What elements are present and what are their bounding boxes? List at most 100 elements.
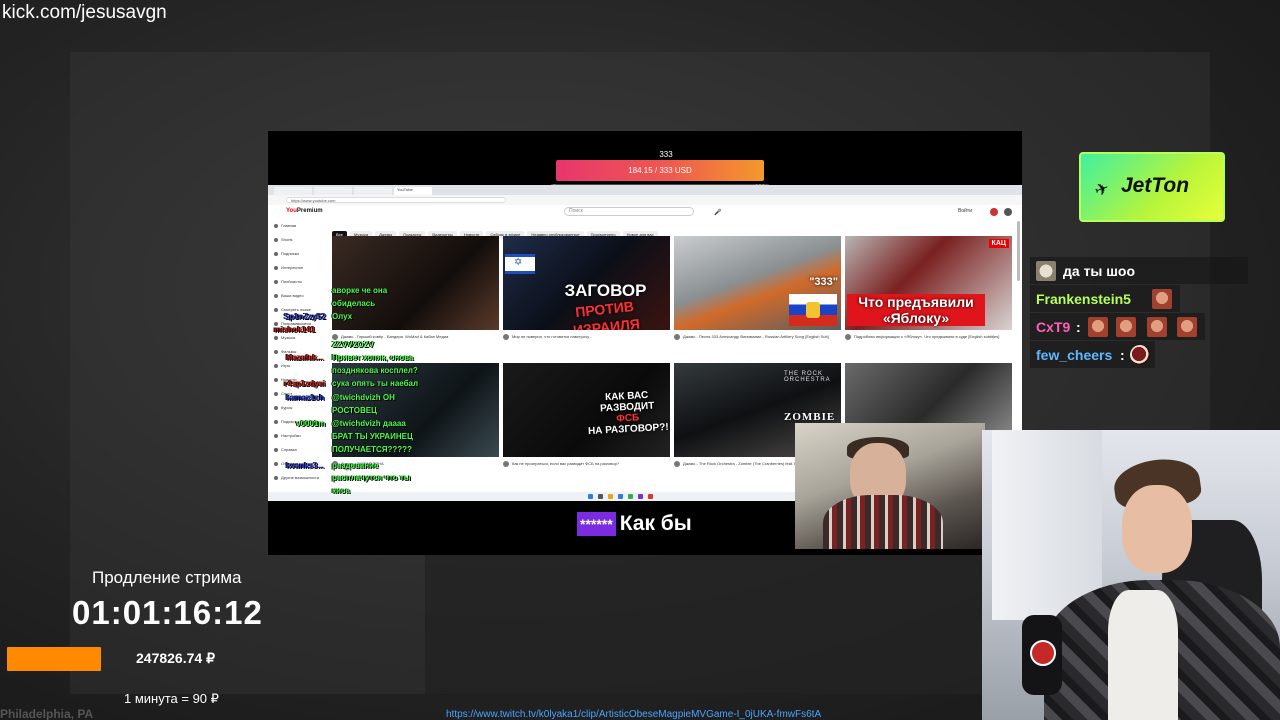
- donation-goal-bar: 184.15 / 333 USD: [556, 160, 764, 181]
- microphone-icon[interactable]: 🎤: [714, 209, 721, 216]
- sidebar-item-icon: [274, 405, 278, 410]
- overlay-chat-line: аворке че она: [332, 286, 388, 295]
- sidebar-item[interactable]: Музыка: [274, 335, 295, 340]
- background-location-text: Philadelphia, PA: [0, 707, 94, 720]
- browser-tab[interactable]: [314, 187, 352, 195]
- overlay-chat-line: Sp1nZzy52: [284, 312, 326, 321]
- thumbnail-title: ЗАГОВОР ПРОТИВ ИЗРАИЛЯ: [541, 282, 670, 331]
- chat-message: CxT9 :: [1030, 313, 1205, 340]
- sidebar-item-icon: [274, 461, 278, 466]
- chat-text: :: [1120, 347, 1125, 363]
- face-emote-icon: [1116, 317, 1136, 337]
- browser-tab[interactable]: [354, 187, 392, 195]
- channel-avatar: [674, 334, 680, 340]
- signin-button[interactable]: Войти: [958, 208, 972, 214]
- subtitle-text: Как бы: [619, 512, 692, 535]
- browser-tab[interactable]: [274, 187, 312, 195]
- sidebar-item-label: Подписки: [281, 251, 299, 256]
- sidebar-item[interactable]: Главная: [274, 223, 296, 228]
- sponsor-banner[interactable]: ✈ JetTon: [1079, 152, 1225, 222]
- taskbar-icon[interactable]: [638, 494, 643, 499]
- chat-username[interactable]: CxT9: [1036, 319, 1070, 335]
- video-thumbnail[interactable]: ЗАГОВОРПРОТИВ ИЗРАИЛЯ: [503, 236, 670, 330]
- face-emote-icon: [1152, 289, 1172, 309]
- video-meta[interactable]: Джамс - Песня 333 Александр Винимании - …: [674, 332, 841, 356]
- overlay-chat-line: kvanks3...: [286, 461, 325, 470]
- overlay-chat-line: БРАТ ТЫ УКРАИНЕЦ: [332, 432, 413, 441]
- video-thumbnail[interactable]: КАК ВАС РАЗВОДИТ ФСБ НА РАЗГОВОР?!: [503, 363, 670, 457]
- sidebar-item[interactable]: Другие возможности: [274, 475, 319, 480]
- overlay-chat-line: v0001m: [296, 419, 326, 428]
- sidebar-item-label: Курсы: [281, 405, 293, 410]
- sidebar-item[interactable]: Подписки: [274, 251, 299, 256]
- sidebar-item[interactable]: Игры: [274, 363, 290, 368]
- video-title: Подробная информация о «Яблоку». Что пре…: [854, 334, 1000, 339]
- chat-message: Frankenstein5 :: [1030, 285, 1180, 312]
- thumbnail-title: ZOMBIE: [784, 411, 836, 423]
- taskbar-icon[interactable]: [648, 494, 653, 499]
- sidebar-item-icon: [274, 475, 278, 480]
- sidebar-item-label: Музыка: [281, 335, 296, 340]
- face-emote-icon: [1147, 317, 1167, 337]
- sidebar-item-icon: [274, 433, 278, 438]
- chat-username[interactable]: Frankenstein5: [1036, 291, 1131, 307]
- overlay-chat-line: Олух: [332, 312, 353, 321]
- video-thumbnail[interactable]: "333": [674, 236, 841, 330]
- taskbar-icon[interactable]: [628, 494, 633, 499]
- sidebar-item-icon: [274, 363, 278, 368]
- start-icon[interactable]: [588, 494, 593, 499]
- sidebar-item-icon: [274, 307, 278, 312]
- sidebar-item[interactable]: Shorts: [274, 237, 293, 242]
- video-thumbnail[interactable]: КАЦ Что предъявили «Яблоку»: [845, 236, 1012, 330]
- avatar[interactable]: [1004, 208, 1012, 216]
- channel-badge: КАЦ: [988, 239, 1009, 248]
- sidebar-item-icon: [274, 349, 278, 354]
- sidebar-item[interactable]: Ваши видео: [274, 293, 304, 298]
- donation-goal-progress: 184.15 / 333 USD: [628, 166, 692, 175]
- scrollbar[interactable]: [1017, 221, 1020, 281]
- donation-goal-count: 333: [659, 150, 673, 159]
- sidebar-item-icon: [274, 251, 278, 256]
- youtube-logo[interactable]: YouPremium: [286, 208, 323, 214]
- extension-progress-bar: [7, 647, 101, 671]
- overlay-chat-line: ZZVVZOZV: [332, 340, 374, 349]
- cat-emote-icon: [1036, 261, 1056, 281]
- sidebar-item-icon: [274, 377, 278, 382]
- clip-link[interactable]: https://www.twitch.tv/k0lyaka1/clip/Arti…: [446, 709, 821, 720]
- round-emote-icon: [1130, 345, 1150, 365]
- chat-message: да ты шоо: [1030, 257, 1248, 284]
- face-emote-icon: [1177, 317, 1197, 337]
- search-input[interactable]: Поиск: [564, 207, 694, 216]
- sidebar-item[interactable]: Интересное: [274, 265, 303, 270]
- sidebar-item[interactable]: Плейлисты: [274, 279, 302, 284]
- sidebar-item[interactable]: Курсы: [274, 405, 292, 410]
- chat-message: few_cheers :: [1030, 341, 1155, 368]
- sidebar-item-icon: [274, 237, 278, 242]
- notification-icon[interactable]: [990, 208, 998, 216]
- video-meta[interactable]: Подробная информация о «Яблоку». Что пре…: [845, 332, 1012, 356]
- address-input[interactable]: https://www.youtube.com: [286, 197, 506, 203]
- taskbar-icon[interactable]: [598, 494, 603, 499]
- taskbar-icon[interactable]: [608, 494, 613, 499]
- streamer-face: [1122, 485, 1192, 573]
- browser-tab-active[interactable]: YouTube: [394, 187, 432, 195]
- sidebar-item[interactable]: Справка: [274, 447, 297, 452]
- video-meta[interactable]: Мир не поверил, что готовится навстрочу.…: [503, 332, 670, 356]
- sidebar-item[interactable]: Настройки: [274, 433, 301, 438]
- taskbar-icon[interactable]: [618, 494, 623, 499]
- overlay-chat-line: ПОЛУЧАЕТСЯ?????: [332, 445, 412, 454]
- sidebar-item-label: Shorts: [281, 237, 293, 242]
- guest-body: [823, 495, 943, 549]
- video-thumbnail[interactable]: [332, 236, 499, 330]
- sponsor-name: JetTon: [1121, 174, 1190, 197]
- video-title: Джамс - Песня 333 Александр Винимании - …: [683, 334, 829, 339]
- sidebar-item-icon: [274, 391, 278, 396]
- russia-flag-icon: [789, 294, 837, 326]
- streamer-webcam: [982, 430, 1280, 720]
- sidebar-item-icon: [274, 279, 278, 284]
- video-title: Джамс - Горький ковёр - Бандера. WoMad &…: [341, 334, 449, 339]
- thumbnail-title: Что предъявили «Яблоку»: [847, 294, 985, 326]
- overlay-chat-line: @twichdvizh ОН: [332, 393, 395, 402]
- video-meta[interactable]: Как не проиграться, если вас разводит ФС…: [503, 459, 670, 483]
- chat-username[interactable]: few_cheers: [1036, 347, 1112, 363]
